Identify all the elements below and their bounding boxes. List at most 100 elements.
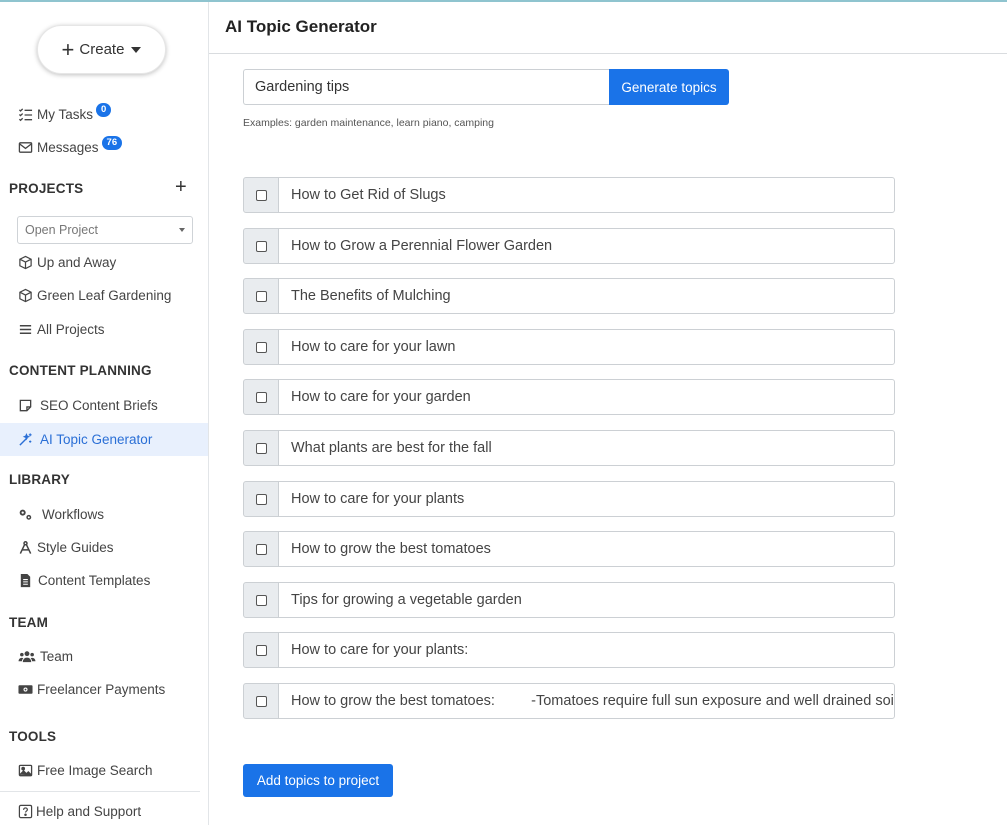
- users-icon: [17, 648, 36, 664]
- topic-checkbox-cell: [243, 481, 279, 517]
- topic-checkbox[interactable]: [255, 341, 267, 353]
- topic-checkbox-cell: [243, 430, 279, 466]
- topic-row: How to care for your lawn: [243, 329, 895, 365]
- sidebar-item-free-image-search[interactable]: Free Image Search: [0, 754, 208, 786]
- topic-checkbox[interactable]: [255, 391, 267, 403]
- sidebar-item-workflows[interactable]: Workflows: [0, 498, 208, 530]
- topic-row: How to grow the best tomatoes: -Tomatoes…: [243, 683, 895, 719]
- sidebar-item-all-projects[interactable]: All Projects: [0, 313, 208, 345]
- topic-row: How to care for your garden: [243, 379, 895, 415]
- topic-checkbox-cell: [243, 379, 279, 415]
- generate-topics-button[interactable]: Generate topics: [609, 69, 729, 105]
- add-topics-to-project-button[interactable]: Add topics to project: [243, 764, 393, 797]
- task-list-icon: [17, 106, 33, 122]
- cube-icon: [17, 287, 33, 303]
- topic-checkbox[interactable]: [255, 240, 267, 252]
- sidebar-item-content-templates[interactable]: Content Templates: [0, 564, 208, 596]
- workflows-label: Workflows: [42, 506, 105, 522]
- topic-text-field[interactable]: The Benefits of Mulching: [278, 278, 895, 314]
- topic-text-field[interactable]: How to Get Rid of Slugs: [278, 177, 895, 213]
- style-guides-label: Style Guides: [37, 539, 114, 555]
- sidebar-item-help[interactable]: Help and Support: [0, 795, 208, 825]
- topic-checkbox-cell: [243, 278, 279, 314]
- page-header: AI Topic Generator: [209, 2, 1007, 54]
- create-button[interactable]: + Create: [37, 25, 166, 74]
- file-text-icon: [17, 572, 33, 588]
- content-planning-heading: CONTENT PLANNING: [9, 363, 152, 378]
- sidebar-item-style-guides[interactable]: Style Guides: [0, 531, 208, 563]
- topic-checkbox-cell: [243, 228, 279, 264]
- topic-checkbox[interactable]: [255, 543, 267, 555]
- select-arrow-icon: [179, 228, 185, 232]
- topic-checkbox-cell: [243, 683, 279, 719]
- team-heading: TEAM: [9, 615, 49, 630]
- topic-checkbox-cell: [243, 531, 279, 567]
- content-templates-label: Content Templates: [38, 572, 151, 588]
- topic-text-field[interactable]: How to Grow a Perennial Flower Garden: [278, 228, 895, 264]
- topic-row: The Benefits of Mulching: [243, 278, 895, 314]
- topic-search-input[interactable]: [243, 69, 610, 105]
- freelancer-payments-label: Freelancer Payments: [37, 681, 166, 697]
- sidebar-divider: [0, 791, 200, 792]
- topic-text-field[interactable]: How to grow the best tomatoes: -Tomatoes…: [278, 683, 895, 719]
- projects-heading: PROJECTS: [9, 181, 84, 196]
- topic-checkbox[interactable]: [255, 493, 267, 505]
- topic-row: Tips for growing a vegetable garden: [243, 582, 895, 618]
- image-icon: [17, 762, 33, 778]
- topic-text-field[interactable]: What plants are best for the fall: [278, 430, 895, 466]
- messages-count-badge: 76: [101, 136, 123, 150]
- sidebar-item-team[interactable]: Team: [0, 640, 208, 672]
- sidebar-item-seo-briefs[interactable]: SEO Content Briefs: [0, 389, 208, 421]
- project-label: Green Leaf Gardening: [37, 287, 172, 303]
- my-tasks-label: My Tasks: [37, 106, 94, 122]
- topic-checkbox[interactable]: [255, 644, 267, 656]
- topic-checkbox[interactable]: [255, 695, 267, 707]
- topic-text-field[interactable]: How to care for your garden: [278, 379, 895, 415]
- sidebar-item-messages[interactable]: Messages 76: [0, 131, 208, 163]
- free-image-search-label: Free Image Search: [37, 762, 153, 778]
- topic-checkbox-cell: [243, 582, 279, 618]
- sidebar-item-project-up-and-away[interactable]: Up and Away: [0, 246, 208, 278]
- topic-checkbox[interactable]: [255, 290, 267, 302]
- compass-drafting-icon: [17, 539, 33, 555]
- caret-down-icon: [131, 46, 142, 53]
- envelope-icon: [17, 139, 33, 155]
- topic-checkbox-cell: [243, 632, 279, 668]
- all-projects-label: All Projects: [37, 321, 105, 337]
- topic-checkbox[interactable]: [255, 442, 267, 454]
- magic-wand-icon: [17, 432, 33, 448]
- team-label: Team: [40, 648, 74, 664]
- open-project-select[interactable]: Open Project: [17, 216, 193, 244]
- sidebar-item-ai-topic-generator[interactable]: AI Topic Generator: [0, 423, 208, 456]
- tools-heading: TOOLS: [9, 729, 57, 744]
- topic-text-field[interactable]: Tips for growing a vegetable garden: [278, 582, 895, 618]
- topic-checkbox[interactable]: [255, 594, 267, 606]
- topic-row: What plants are best for the fall: [243, 430, 895, 466]
- money-bill-icon: [17, 681, 33, 697]
- cube-icon: [17, 254, 33, 270]
- topic-text-field[interactable]: How to grow the best tomatoes: [278, 531, 895, 567]
- list-icon: [17, 321, 33, 337]
- messages-label: Messages: [37, 139, 99, 155]
- page-title: AI Topic Generator: [225, 17, 377, 36]
- seo-briefs-label: SEO Content Briefs: [40, 397, 158, 413]
- project-label: Up and Away: [37, 254, 117, 270]
- topic-text-field[interactable]: How to care for your plants:: [278, 632, 895, 668]
- plus-icon: +: [61, 36, 75, 62]
- gears-icon: [17, 506, 33, 522]
- topic-row: How to care for your plants:: [243, 632, 895, 668]
- sidebar-item-project-green-leaf[interactable]: Green Leaf Gardening: [0, 279, 208, 311]
- topic-row: How to Get Rid of Slugs: [243, 177, 895, 213]
- topic-row: How to grow the best tomatoes: [243, 531, 895, 567]
- sidebar-item-freelancer-payments[interactable]: Freelancer Payments: [0, 673, 208, 705]
- ai-topic-generator-label: AI Topic Generator: [40, 432, 153, 447]
- sidebar: + Create My Tasks 0 Messages 76 PROJECTS…: [0, 2, 209, 825]
- sidebar-item-my-tasks[interactable]: My Tasks 0: [0, 98, 208, 130]
- topic-checkbox[interactable]: [255, 189, 267, 201]
- note-icon: [17, 397, 33, 413]
- topic-text-field[interactable]: How to care for your plants: [278, 481, 895, 517]
- question-square-icon: [17, 803, 33, 819]
- add-project-icon[interactable]: +: [175, 177, 187, 197]
- topic-text-field[interactable]: How to care for your lawn: [278, 329, 895, 365]
- topic-row: How to care for your plants: [243, 481, 895, 517]
